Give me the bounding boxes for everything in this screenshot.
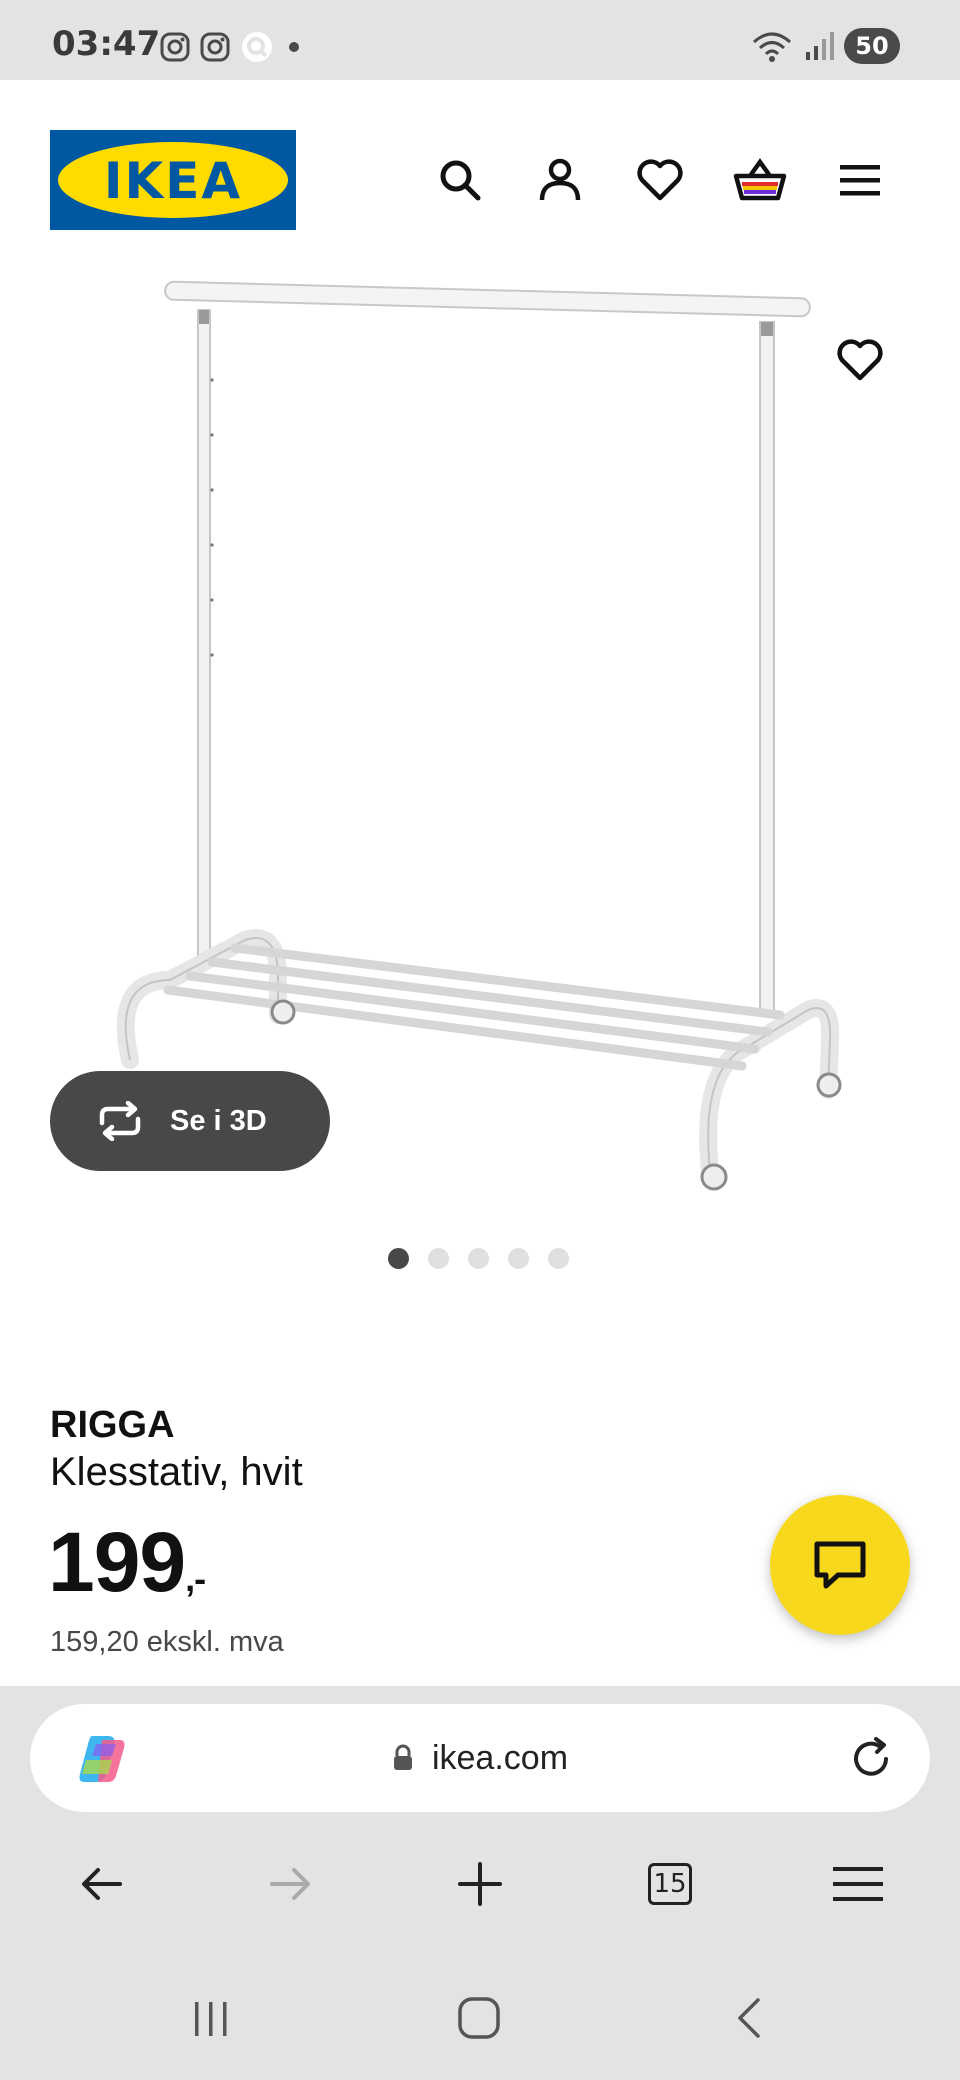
home-button[interactable] (444, 1988, 514, 2048)
carousel-dot[interactable] (428, 1248, 449, 1269)
image-favourite-button[interactable] (830, 330, 890, 390)
system-back-button[interactable] (714, 1988, 784, 2048)
search-icon (440, 160, 481, 201)
status-bar: 03:47 50 (0, 0, 960, 80)
basket-icon (733, 158, 787, 201)
back-button[interactable] (70, 1852, 134, 1916)
search-button[interactable] (430, 150, 490, 210)
price-suffix: ,- (185, 1558, 206, 1599)
site-header: IKEA (0, 80, 960, 280)
arrow-left-icon (82, 1868, 122, 1900)
menu-icon (840, 165, 880, 196)
carousel-dot[interactable] (388, 1248, 409, 1269)
forward-button[interactable] (258, 1852, 322, 1916)
carousel-dot[interactable] (548, 1248, 569, 1269)
lock-icon (393, 1744, 412, 1770)
tab-count: 15 (648, 1863, 692, 1905)
price-value: 199 (48, 1515, 186, 1609)
account-icon (539, 158, 581, 201)
q-app-icon (242, 32, 272, 62)
recent-apps-button[interactable] (176, 1988, 246, 2048)
system-status-icons: 50 (750, 28, 900, 64)
recent-apps-icon (195, 2002, 227, 2036)
home-icon (458, 1997, 500, 2039)
reload-button[interactable] (842, 1730, 900, 1788)
rotate-3d-icon (99, 1101, 141, 1141)
system-navigation-bar (0, 1958, 960, 2078)
url-text: ikea.com (431, 1738, 569, 1777)
address-bar[interactable]: ikea.com (30, 1704, 930, 1812)
price-excluding-vat: 159,20 ekskl. mva (50, 1626, 284, 1658)
arrow-right-icon (270, 1868, 310, 1900)
new-tab-button[interactable] (448, 1852, 512, 1916)
chat-button[interactable] (770, 1495, 910, 1635)
url-display: ikea.com (30, 1704, 930, 1812)
clothes-rack-illustration (116, 280, 842, 1191)
heart-icon (637, 159, 683, 201)
status-time: 03:47 (52, 24, 161, 64)
carousel-dots (388, 1248, 569, 1269)
carousel-dot[interactable] (468, 1248, 489, 1269)
product-name: RIGGA (50, 1404, 175, 1446)
menu-button[interactable] (830, 150, 890, 210)
tabs-button[interactable]: 15 (638, 1852, 702, 1916)
signal-icon (806, 32, 834, 60)
wifi-icon (753, 32, 791, 62)
heart-icon (837, 339, 883, 381)
instagram-icon (160, 32, 190, 62)
account-button[interactable] (530, 150, 590, 210)
view-3d-button[interactable]: Se i 3D (50, 1071, 330, 1171)
battery-indicator: 50 (844, 28, 900, 64)
browser-chrome: ikea.com 15 (0, 1686, 960, 2080)
basket-button[interactable] (730, 150, 790, 210)
instagram-icon (200, 32, 230, 62)
logo-text: IKEA (103, 152, 243, 210)
favourites-button[interactable] (630, 150, 690, 210)
browser-nav-bar: 15 (0, 1832, 960, 1932)
chevron-left-icon (738, 1998, 760, 2038)
view-3d-label: Se i 3D (170, 1104, 267, 1137)
ikea-logo[interactable]: IKEA (50, 130, 296, 230)
carousel-dot[interactable] (508, 1248, 529, 1269)
chat-icon (814, 1541, 866, 1589)
product-price: 199,- (48, 1514, 206, 1611)
plus-icon (458, 1862, 502, 1906)
product-description: Klesstativ, hvit (50, 1450, 303, 1494)
product-image[interactable] (0, 280, 960, 1200)
notification-icons (160, 30, 304, 64)
menu-icon (833, 1867, 883, 1901)
browser-menu-button[interactable] (826, 1852, 890, 1916)
dot-icon (289, 42, 299, 52)
reload-icon (854, 1737, 888, 1776)
